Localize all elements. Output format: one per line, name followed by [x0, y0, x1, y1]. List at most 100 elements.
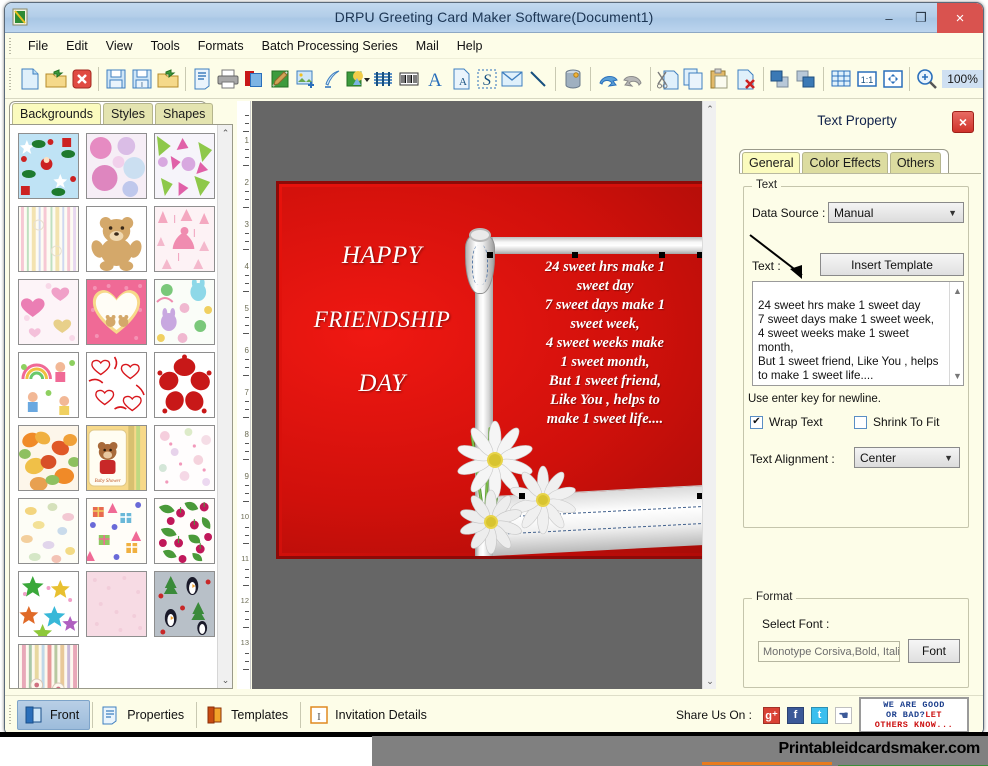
twitter-icon[interactable]: t [811, 706, 828, 724]
data-source-select[interactable]: Manual ▼ [828, 202, 964, 223]
paste-icon[interactable] [707, 64, 733, 94]
canvas-scroll-down-icon[interactable]: ⌄ [703, 673, 716, 689]
wrap-text-row[interactable]: ✔ Wrap Text [750, 415, 823, 429]
thumb-vertical-stripes[interactable] [18, 644, 79, 688]
menu-batch-processing-series[interactable]: Batch Processing Series [253, 36, 407, 56]
thumb-teddy-bear[interactable] [86, 206, 147, 272]
thumb-cherries-leaves[interactable] [154, 498, 215, 564]
barcode-lines-icon[interactable] [370, 64, 396, 94]
thumb-pink-green-floral[interactable] [154, 133, 215, 199]
google-plus-icon[interactable]: g⁺ [763, 706, 780, 724]
maximize-button[interactable]: ❐ [905, 3, 937, 33]
insert-template-button[interactable]: Insert Template [820, 253, 964, 276]
thumb-pastel-speckle[interactable] [18, 498, 79, 564]
fit-to-window-icon[interactable] [880, 64, 906, 94]
barcode-icon[interactable] [396, 64, 422, 94]
text-alignment-select[interactable]: Center ▼ [854, 447, 960, 468]
bottom-tab-front[interactable]: Front [17, 699, 91, 730]
redo-icon[interactable] [621, 64, 647, 94]
insert-shape-icon[interactable] [345, 64, 371, 94]
thumb-christmas-santa[interactable] [18, 133, 79, 199]
card-layers-icon[interactable] [241, 64, 267, 94]
new-document-icon[interactable] [17, 64, 43, 94]
thumb-plain-pink[interactable] [86, 571, 147, 637]
actual-size-icon[interactable]: 1:1 [854, 64, 880, 94]
left-panel-scrollbar[interactable]: ⌃ ⌄ [217, 125, 232, 688]
insert-pen-icon[interactable] [319, 64, 345, 94]
envelope-icon[interactable] [499, 64, 525, 94]
bottom-tab-properties[interactable]: Properties [95, 700, 194, 730]
print-icon[interactable] [216, 64, 242, 94]
greeting-card[interactable]: HAPPY FRIENDSHIP DAY 24 sweet hrs make 1… [276, 181, 716, 559]
grid-icon[interactable] [828, 64, 854, 94]
shrink-to-fit-row[interactable]: Shrink To Fit [854, 415, 939, 429]
thumb-baby-shower-bear[interactable]: Baby Shower [86, 425, 147, 491]
thumb-red-hibiscus[interactable] [154, 352, 215, 418]
save-as-icon[interactable]: I [129, 64, 155, 94]
thumbs-up-icon[interactable]: ☚ [835, 706, 852, 724]
zoom-in-icon[interactable] [914, 64, 940, 94]
thumb-orange-butterflies[interactable] [18, 425, 79, 491]
delete-icon[interactable] [733, 64, 759, 94]
text-box-icon[interactable]: A [448, 64, 474, 94]
thumb-colored-stars[interactable] [18, 571, 79, 637]
thumb-bunny-pattern[interactable] [154, 279, 215, 345]
menu-formats[interactable]: Formats [189, 36, 253, 56]
tab-general[interactable]: General [742, 152, 801, 174]
menu-view[interactable]: View [97, 36, 142, 56]
scroll-down-icon[interactable]: ⌄ [218, 672, 232, 688]
save-icon[interactable] [103, 64, 129, 94]
thumb-winter-penguins[interactable] [154, 571, 215, 637]
bring-to-front-icon[interactable] [767, 64, 793, 94]
menu-mail[interactable]: Mail [407, 36, 448, 56]
zoom-level-value[interactable]: 100% [942, 69, 983, 88]
scroll-up-icon[interactable]: ⌃ [218, 125, 232, 141]
cut-icon[interactable] [655, 64, 681, 94]
insert-image-icon[interactable] [293, 64, 319, 94]
menu-help[interactable]: Help [448, 36, 492, 56]
thumb-pink-confetti[interactable] [154, 425, 215, 491]
thumb-kids-rainbow[interactable] [18, 352, 79, 418]
wrap-text-checkbox[interactable]: ✔ [750, 415, 763, 429]
document-properties-icon[interactable] [190, 64, 216, 94]
font-value-field[interactable]: Monotype Corsiva,Bold, Italic [758, 641, 900, 662]
textarea-scrollbar[interactable]: ▲ ▼ [949, 282, 963, 385]
minimize-button[interactable]: – [873, 3, 905, 33]
open-template-icon[interactable] [155, 64, 181, 94]
menu-file[interactable]: File [19, 36, 57, 56]
card-title-text[interactable]: HAPPY FRIENDSHIP DAY [297, 224, 467, 416]
bottom-tab-templates[interactable]: Templates [199, 700, 298, 730]
shrink-to-fit-checkbox[interactable] [854, 415, 867, 429]
thumb-heart-frame-bears[interactable] [86, 279, 147, 345]
design-canvas[interactable]: HAPPY FRIENDSHIP DAY 24 sweet hrs make 1… [252, 101, 716, 689]
thumb-pastel-stripes[interactable] [18, 206, 79, 272]
copy-icon[interactable] [681, 64, 707, 94]
menu-edit[interactable]: Edit [57, 36, 97, 56]
canvas-scroll-up-icon[interactable]: ⌃ [703, 101, 716, 117]
tab-shapes[interactable]: Shapes [155, 103, 214, 125]
canvas-scrollbar[interactable]: ⌃ ⌄ [702, 101, 716, 689]
thumb-pink-hearts[interactable] [18, 279, 79, 345]
close-document-icon[interactable] [69, 64, 95, 94]
bottom-tab-invitation-details[interactable]: I Invitation Details [303, 700, 437, 730]
open-folder-icon[interactable] [43, 64, 69, 94]
tab-styles[interactable]: Styles [102, 103, 154, 125]
tab-color-effects[interactable]: Color Effects [802, 152, 888, 174]
thumb-pink-princess[interactable] [154, 206, 215, 272]
database-icon[interactable] [560, 64, 586, 94]
undo-icon[interactable] [595, 64, 621, 94]
line-tool-icon[interactable] [525, 64, 551, 94]
menu-tools[interactable]: Tools [142, 36, 189, 56]
close-button[interactable]: × [937, 3, 983, 33]
tab-others[interactable]: Others [889, 152, 942, 174]
thumb-white-hearts-ribbons[interactable] [86, 352, 147, 418]
signature-icon[interactable]: S [474, 64, 500, 94]
text-content-textarea[interactable]: 24 sweet hrs make 1 sweet day 7 sweet da… [752, 281, 964, 386]
insert-text-icon[interactable]: A [422, 64, 448, 94]
feedback-badge[interactable]: WE ARE GOOD OR BAD?LET OTHERS KNOW... [859, 697, 969, 733]
card-body-text[interactable]: 24 sweet hrs make 1 sweet day 7 sweet da… [507, 258, 703, 429]
thumb-pink-pompoms[interactable] [86, 133, 147, 199]
tab-backgrounds[interactable]: Backgrounds [12, 103, 101, 125]
paint-design-icon[interactable] [267, 64, 293, 94]
send-to-back-icon[interactable] [793, 64, 819, 94]
